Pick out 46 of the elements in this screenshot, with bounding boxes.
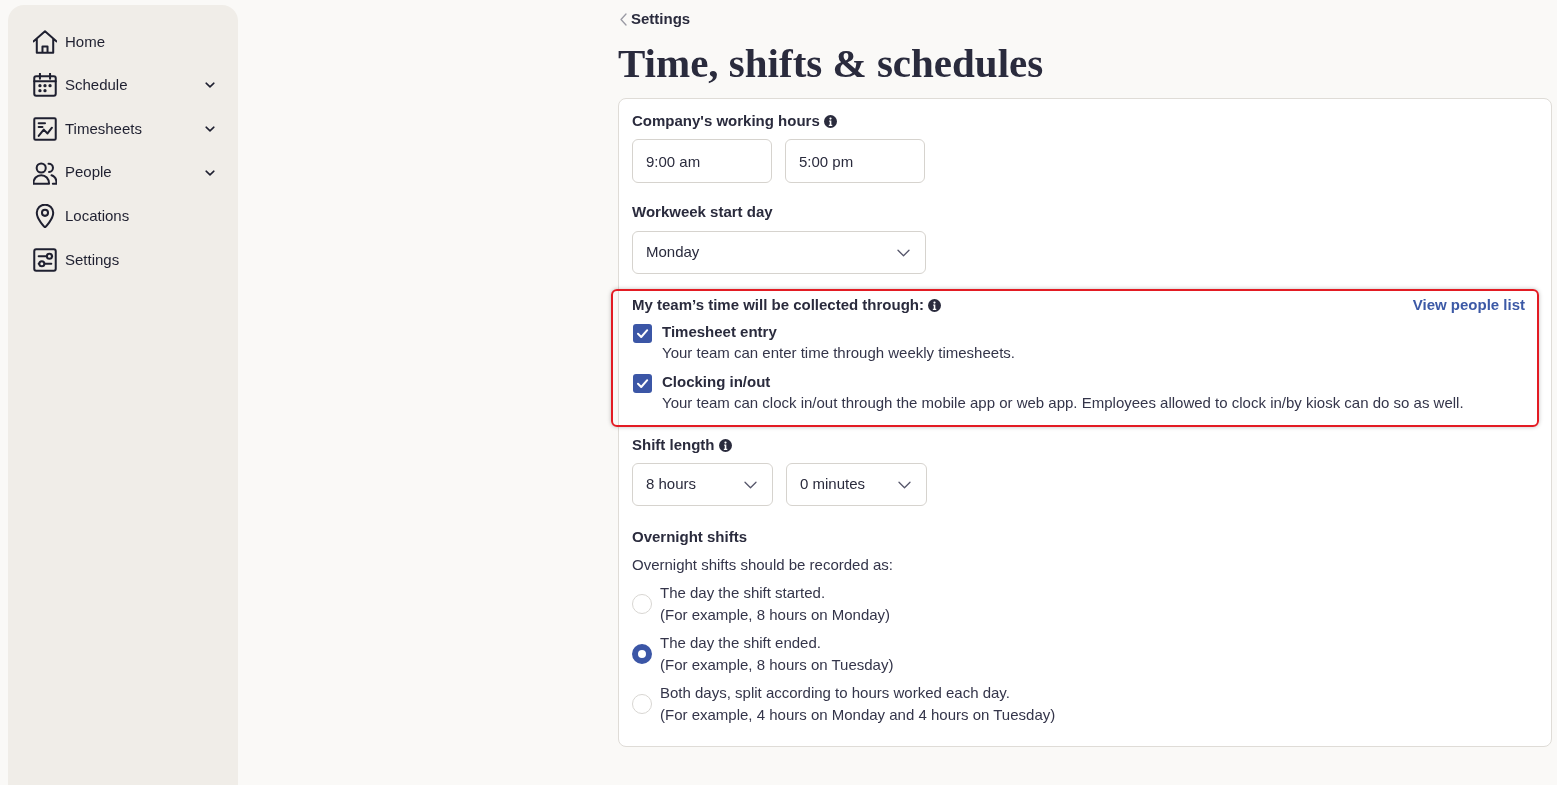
- field-label: My team’s time will be collected through:: [632, 295, 924, 315]
- checkbox[interactable]: [633, 374, 652, 393]
- info-icon: [718, 438, 732, 452]
- option-label: Timesheet entry: [662, 322, 778, 342]
- field-label: Workweek start day: [632, 202, 773, 222]
- option-example: (For example, 8 hours on Tuesday): [660, 655, 894, 675]
- radio-button[interactable]: [632, 644, 652, 664]
- dropdown[interactable]: 0 minutes: [786, 463, 927, 506]
- view-people-list-link[interactable]: View people list: [1412, 295, 1525, 315]
- option-example: (For example, 8 hours on Monday): [660, 605, 891, 625]
- option-example: (For example, 4 hours on Monday and 4 hours on Tuesday): [660, 705, 1056, 725]
- house-icon: [33, 29, 57, 54]
- option-description: Your team can enter time through weekly timesheets.: [662, 343, 1015, 363]
- sidebar-item[interactable]: Timesheets: [8, 107, 238, 151]
- field-label: Overnight shifts: [632, 527, 747, 547]
- field-label: Shift length: [632, 435, 715, 455]
- sidebar-item[interactable]: People: [8, 150, 238, 195]
- option-label: Both days, split according to hours worked each day.: [660, 683, 1011, 703]
- breadcrumb-link[interactable]: Settings: [620, 9, 691, 29]
- info-icon: [928, 298, 941, 312]
- calendar-icon: [33, 73, 57, 98]
- people-icon: [33, 160, 57, 185]
- option-label: Clocking in/out: [662, 372, 772, 392]
- back-chevron-icon: [620, 12, 627, 26]
- chevron-down-icon: [898, 480, 911, 489]
- prompt-text: Overnight shifts should be recorded as:: [632, 555, 894, 575]
- location-pin-icon: [33, 204, 57, 229]
- field-label: Company's working hours: [632, 111, 820, 131]
- info-icon: [823, 114, 837, 128]
- sidebar-item[interactable]: Locations: [8, 194, 238, 238]
- time-input[interactable]: 5:00 pm: [785, 139, 925, 183]
- option-label: The day the shift ended.: [660, 633, 822, 653]
- option-label: The day the shift started.: [660, 583, 827, 603]
- chart-icon: [33, 117, 57, 141]
- dropdown[interactable]: 8 hours: [632, 463, 773, 506]
- sliders-icon: [33, 247, 57, 272]
- option-description: Your team can clock in/out through the mobile app or web app. Employees allowed to clock in/by kiosk can do so as well.: [662, 393, 1464, 413]
- sidebar-item[interactable]: Home: [8, 20, 238, 64]
- sidebar-item[interactable]: Schedule: [8, 63, 238, 108]
- dropdown[interactable]: Monday: [632, 231, 926, 274]
- chevron-down-icon: [897, 248, 910, 257]
- time-input[interactable]: 9:00 am: [632, 139, 772, 183]
- chevron-down-icon: [744, 480, 757, 489]
- sidebar-item[interactable]: Settings: [8, 237, 238, 282]
- page-title: Time, shifts & schedules: [618, 43, 1045, 84]
- checkbox[interactable]: [633, 324, 652, 343]
